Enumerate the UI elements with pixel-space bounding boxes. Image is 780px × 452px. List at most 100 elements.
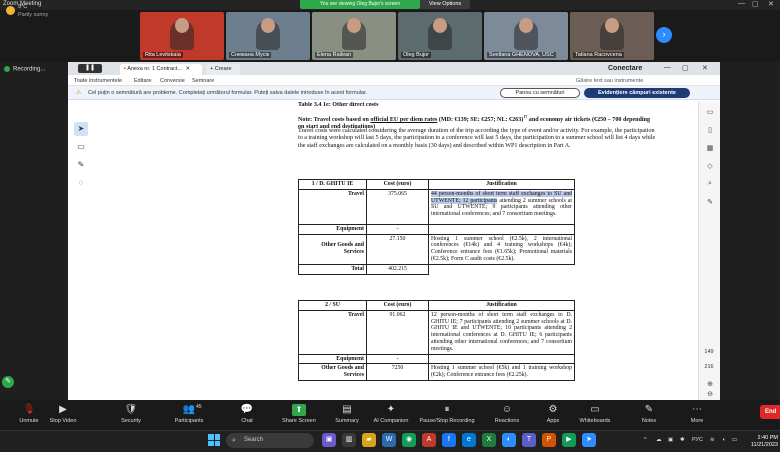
chevron-up-icon[interactable]: ^: [644, 437, 647, 443]
bluetooth-icon[interactable]: ✱: [680, 437, 685, 443]
weather-widget[interactable]: 9°C Partly sunny: [4, 2, 74, 20]
bookmark-icon[interactable]: ▯: [703, 126, 717, 138]
menu-sign[interactable]: Semnare: [192, 78, 214, 84]
edge-icon[interactable]: e: [462, 433, 476, 447]
zoom-out-icon[interactable]: ⊖: [704, 390, 716, 398]
close-icon[interactable]: ✕: [768, 0, 774, 8]
cursor-icon[interactable]: ➤: [74, 122, 88, 136]
zoom-app-icon[interactable]: ◐: [502, 433, 516, 447]
layers-icon[interactable]: ◇: [703, 162, 717, 174]
windows-start-icon[interactable]: [208, 434, 220, 446]
recording-indicator[interactable]: Recording...: [0, 66, 68, 77]
camera-icon[interactable]: ▣: [668, 437, 673, 443]
video-button[interactable]: ▶ Stop Video: [34, 402, 92, 425]
view-options-button[interactable]: View Options: [420, 0, 470, 9]
find-tools-input[interactable]: Găsire text sau instrumente: [576, 78, 643, 84]
plus-icon: +: [210, 66, 214, 72]
participant-tile[interactable]: Svetlana GHENOVA, USC: [484, 12, 568, 60]
page-total: 216: [704, 364, 714, 370]
zoom-in-icon[interactable]: ⊕: [704, 380, 716, 388]
battery-icon[interactable]: ▭: [732, 437, 737, 443]
file-explorer-icon[interactable]: ▰: [362, 433, 376, 447]
maximize-icon[interactable]: ▢: [752, 0, 759, 8]
tab-document[interactable]: ▪ Anexa nr. 1 Contract... ✕: [120, 64, 202, 75]
participant-tile[interactable]: Oleg Bujor: [398, 12, 482, 60]
participant-name: Svetlana GHENOVA, USC: [487, 52, 556, 58]
close-icon[interactable]: ✕: [702, 64, 708, 72]
sign-icon[interactable]: ✎: [703, 198, 717, 210]
minimize-icon[interactable]: —: [738, 0, 745, 7]
maximize-icon[interactable]: ▢: [682, 64, 689, 72]
thumbnails-icon[interactable]: ▦: [703, 144, 717, 156]
signature-panel-button[interactable]: Panou cu semnături: [500, 88, 580, 98]
table-row: Travel 91.062 12 person-months of short …: [298, 309, 575, 355]
participant-tile[interactable]: Elena Railean: [312, 12, 396, 60]
teams-icon[interactable]: T: [522, 433, 536, 447]
meet-icon[interactable]: ▶: [562, 433, 576, 447]
menu-convert[interactable]: Conversie: [160, 78, 185, 84]
lang-indicator[interactable]: РУС: [692, 437, 703, 443]
record-button[interactable]: ⏸ Pause/Stop Recording: [418, 402, 476, 425]
system-tray: ^ ☁ ▣ ✱ РУС ≋ ◖ ▭ 2:40 PM 11/21/2023: [640, 434, 778, 450]
row-cost: 375.065: [366, 188, 429, 225]
video-label: Stop Video: [49, 418, 77, 424]
col-justification: Justification: [428, 179, 575, 190]
clock-date[interactable]: 11/21/2023: [740, 442, 778, 448]
login-link[interactable]: Conectare: [608, 65, 642, 72]
facebook-icon[interactable]: f: [442, 433, 456, 447]
volume-icon[interactable]: ◖: [722, 437, 725, 443]
attachment-icon[interactable]: ⌕: [703, 180, 717, 192]
security-label: Security: [121, 418, 141, 424]
page-number[interactable]: 149: [700, 349, 718, 355]
comment-icon[interactable]: ▭: [74, 140, 88, 154]
table-row: 2 / SU Cost (euro) Justification: [298, 300, 575, 311]
share-icon: ⬆: [292, 404, 306, 416]
tab-close-icon[interactable]: ✕: [185, 66, 190, 72]
participant-name: Cнежана Мусiк: [229, 52, 272, 58]
row-justification: 12 person-months of short term staff exc…: [428, 309, 575, 355]
gallery-next-icon[interactable]: ›: [656, 27, 672, 43]
excel-icon[interactable]: X: [482, 433, 496, 447]
chrome-icon[interactable]: ◉: [402, 433, 416, 447]
task-view-icon[interactable]: ▥: [342, 433, 356, 447]
participant-tile[interactable]: Tatiana Racovcena: [570, 12, 654, 60]
col-cost: Cost (euro): [366, 179, 429, 190]
telegram-icon[interactable]: ➤: [582, 433, 596, 447]
participants-button[interactable]: 👥 Participants 45: [160, 402, 218, 425]
menu-all-tools[interactable]: Toate instrumentele: [74, 78, 122, 84]
taskbar-search[interactable]: ⌕ Search: [226, 433, 314, 448]
comment-icon[interactable]: ▭: [703, 108, 717, 120]
highlight-fields-button[interactable]: Evidențiere câmpuri existente: [584, 88, 690, 98]
table-row: Travel 375.065 44 person-months of short…: [298, 188, 575, 225]
travel-paragraph: Travel costs were calculated considering…: [298, 128, 656, 149]
menu-edit[interactable]: Editare: [134, 78, 151, 84]
chat-icon: 💬: [240, 404, 254, 415]
participant-tile[interactable]: Cнежана Мусiк: [226, 12, 310, 60]
word-icon[interactable]: W: [382, 433, 396, 447]
tab-new[interactable]: + Creare: [206, 64, 240, 75]
annotate-icon[interactable]: ✎: [2, 376, 14, 388]
end-meeting-button[interactable]: End: [760, 405, 780, 419]
taskbar-app-icon[interactable]: ▣: [322, 433, 336, 447]
companion-icon: ✦: [386, 404, 396, 415]
acrobat-icon[interactable]: A: [422, 433, 436, 447]
lasso-icon[interactable]: ◌: [74, 176, 88, 190]
whiteboards-button[interactable]: ▭ Whiteboards: [566, 402, 624, 425]
security-button[interactable]: 🛡 Security: [102, 402, 160, 425]
table-row: Other Goods and Services 27.150 Hosting …: [298, 233, 575, 265]
wifi-icon[interactable]: ≋: [710, 437, 715, 443]
more-button[interactable]: ⋯ More: [668, 402, 726, 425]
minimize-icon[interactable]: —: [664, 64, 671, 71]
pause-share-icon[interactable]: ❚❚: [78, 64, 102, 73]
row-justification: [428, 223, 575, 235]
more-icon: ⋯: [692, 404, 702, 415]
companion-button[interactable]: ✦ AI Companion: [362, 402, 420, 425]
pen-icon[interactable]: ✎: [74, 158, 88, 172]
participant-tile[interactable]: Rita Levitskaia: [140, 12, 224, 60]
chat-button[interactable]: 💬 Chat: [218, 402, 276, 425]
record-label: Pause/Stop Recording: [419, 418, 475, 424]
tab-document-label: Anexa nr. 1 Contract...: [127, 66, 182, 72]
clock-time[interactable]: 2:40 PM: [748, 435, 778, 441]
powerpoint-icon[interactable]: P: [542, 433, 556, 447]
cloud-icon[interactable]: ☁: [656, 437, 662, 443]
